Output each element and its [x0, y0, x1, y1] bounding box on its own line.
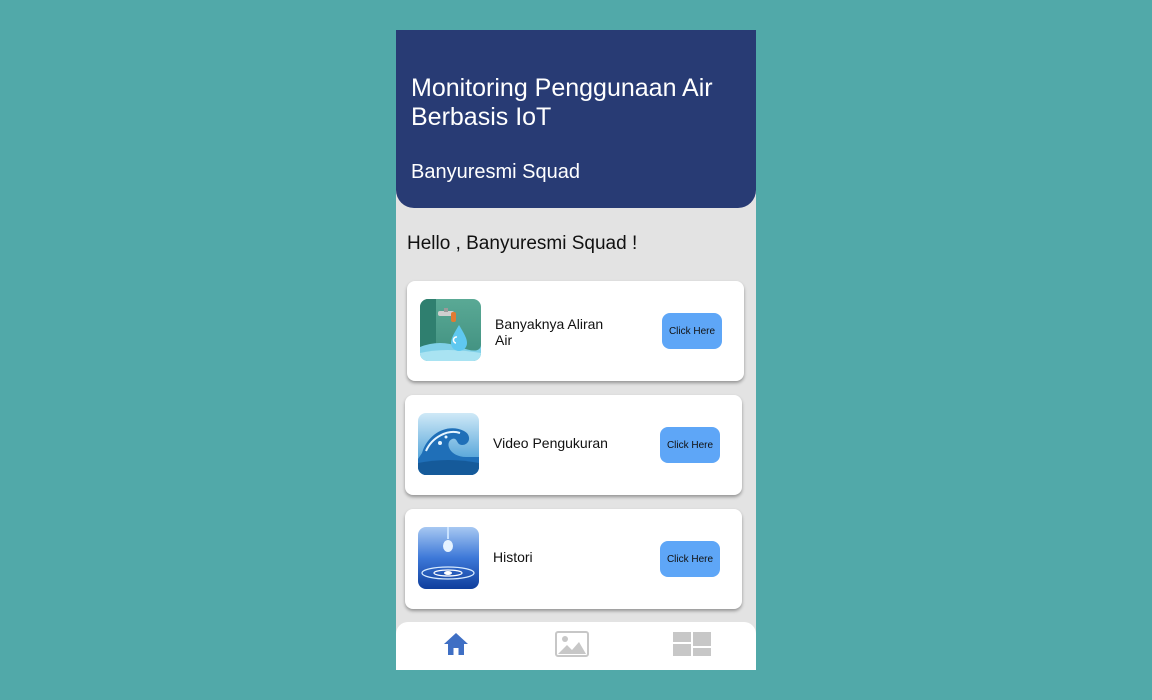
app-header: Monitoring Penggunaan Air Berbasis IoT B…: [396, 30, 756, 208]
image-icon: [555, 630, 589, 662]
water-drop-icon: [418, 527, 479, 589]
card-history: Histori Click Here: [405, 509, 742, 609]
water-flow-button[interactable]: Click Here: [662, 313, 722, 349]
app-screen: Monitoring Penggunaan Air Berbasis IoT B…: [396, 30, 756, 670]
card-label: Banyaknya Aliran Air: [495, 316, 604, 348]
video-button[interactable]: Click Here: [660, 427, 720, 463]
water-wave-icon: [418, 413, 479, 475]
nav-home[interactable]: [396, 622, 516, 670]
dashboard-icon: [673, 631, 711, 661]
card-water-flow: Banyaknya Aliran Air Click Here: [407, 281, 744, 381]
nav-dashboard[interactable]: [632, 622, 752, 670]
card-label: Histori: [493, 549, 533, 565]
card-label: Video Pengukuran: [493, 435, 608, 451]
card-video: Video Pengukuran Click Here: [405, 395, 742, 495]
page-subtitle: Banyuresmi Squad: [411, 161, 580, 183]
history-button[interactable]: Click Here: [660, 541, 720, 577]
water-faucet-icon: [420, 299, 481, 361]
nav-gallery[interactable]: [512, 622, 632, 670]
home-icon: [443, 632, 469, 661]
bottom-nav: [396, 622, 756, 670]
page-title: Monitoring Penggunaan Air Berbasis IoT: [411, 74, 713, 131]
greeting-text: Hello , Banyuresmi Squad !: [407, 233, 638, 254]
